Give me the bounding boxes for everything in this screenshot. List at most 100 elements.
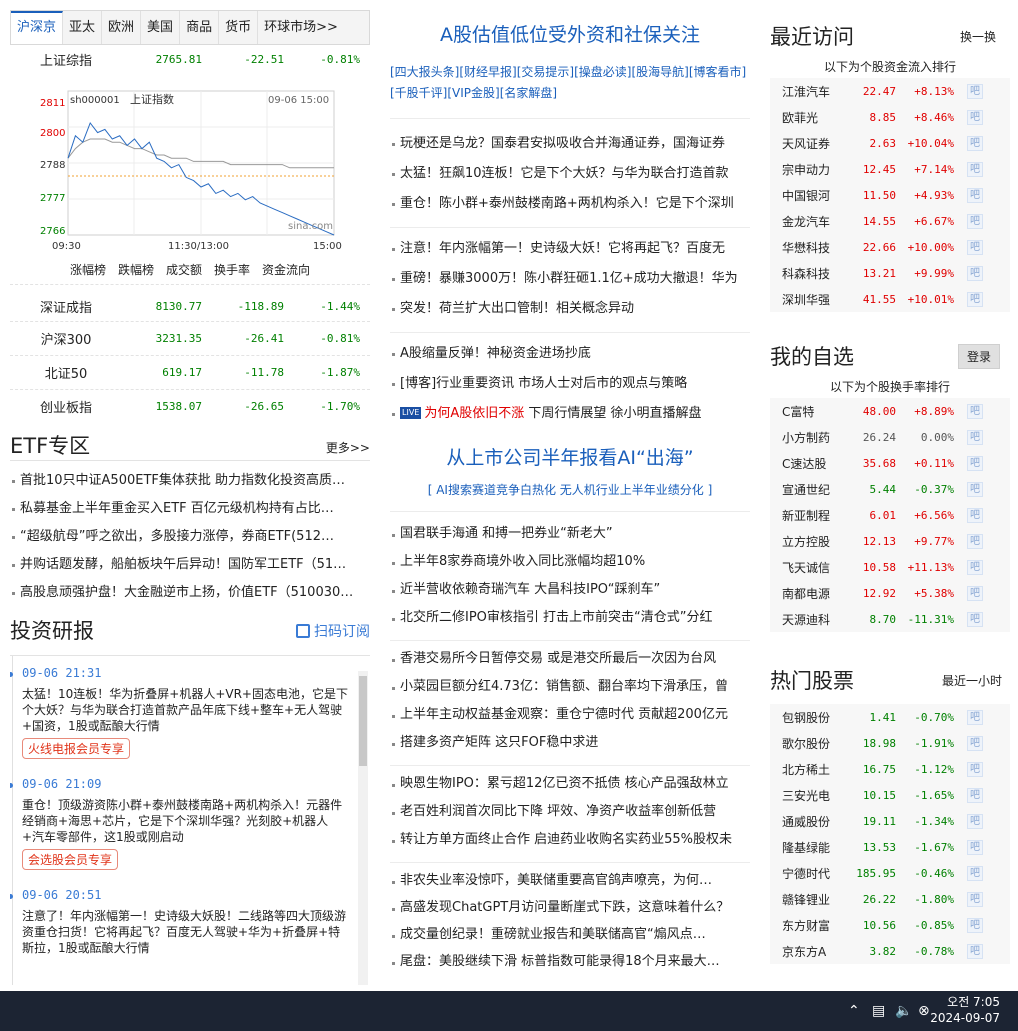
news-item[interactable]: 转让方单方面终止合作 启迪药业收购名实药业55%股权未 bbox=[390, 826, 750, 854]
stock-forum-button[interactable]: 吧 bbox=[967, 481, 983, 497]
link-morning-report[interactable]: [财经早报] bbox=[459, 65, 516, 79]
news-item[interactable]: 玩梗还是乌龙？国泰君安拟吸收合并海通证券，国海证券 bbox=[390, 129, 750, 159]
headline-2[interactable]: 从上市公司半年报看AI“出海” bbox=[390, 441, 750, 475]
stock-forum-button[interactable]: 吧 bbox=[967, 239, 983, 255]
stock-name[interactable]: 北方稀土 bbox=[770, 761, 840, 778]
stock-row[interactable]: 赣锋锂业 26.22 -1.80% 吧 bbox=[770, 886, 1010, 912]
news-item[interactable]: 上半年主动权益基金观察：重仓宁德时代 贡献超200亿元 bbox=[390, 701, 750, 729]
stock-forum-button[interactable]: 吧 bbox=[967, 917, 983, 933]
tab-global-markets[interactable]: 环球市场>> bbox=[258, 11, 344, 44]
stock-forum-button[interactable]: 吧 bbox=[967, 709, 983, 725]
stock-name[interactable]: 宣通世纪 bbox=[770, 481, 840, 498]
stock-forum-button[interactable]: 吧 bbox=[967, 403, 983, 419]
link-turnover-rate[interactable]: 换手率 bbox=[214, 255, 250, 284]
stock-name[interactable]: 欧菲光 bbox=[770, 109, 840, 126]
stock-forum-button[interactable]: 吧 bbox=[967, 943, 983, 959]
stock-name[interactable]: 南都电源 bbox=[770, 585, 840, 602]
news-item[interactable]: 重磅！暴赚3000万！陈小群狂砸1.1亿+成功大撤退！华为 bbox=[390, 264, 750, 294]
news-item[interactable]: 注意！年内涨幅第一！史诗级大妖！它将再起飞？百度无 bbox=[390, 234, 750, 264]
news-item[interactable]: 老百姓利润首次同比下降 坪效、净资产收益率创新低营 bbox=[390, 798, 750, 826]
stock-row[interactable]: 天风证券 2.63 +10.04% 吧 bbox=[770, 130, 1010, 156]
stock-row[interactable]: 科森科技 13.21 +9.99% 吧 bbox=[770, 260, 1010, 286]
stock-row[interactable]: 包钢股份 1.41 -0.70% 吧 bbox=[770, 704, 1010, 730]
link-navigation[interactable]: [股海导航] bbox=[632, 65, 689, 79]
stock-row[interactable]: 欧菲光 8.85 +8.46% 吧 bbox=[770, 104, 1010, 130]
stock-name[interactable]: 立方控股 bbox=[770, 533, 840, 550]
news-item[interactable]: 突发！荷兰扩大出口管制！相关概念异动 bbox=[390, 294, 750, 324]
stock-name[interactable]: 小方制药 bbox=[770, 429, 840, 446]
chevron-up-icon[interactable]: ⌃ bbox=[848, 1003, 860, 1019]
news-item[interactable]: 非农失业率没惊吓，美联储重要高官鸽声嘹亮，为何… bbox=[390, 867, 750, 894]
stock-row[interactable]: 隆基绿能 13.53 -1.67% 吧 bbox=[770, 834, 1010, 860]
stock-forum-button[interactable]: 吧 bbox=[967, 813, 983, 829]
last-hour-button[interactable]: 最近一小时 bbox=[942, 672, 1002, 689]
stock-row[interactable]: 宁德时代 185.95 -0.46% 吧 bbox=[770, 860, 1010, 886]
news-item[interactable]: 高盛发现ChatGPT月访问量断崖式下跌，这意味着什么？ bbox=[390, 894, 750, 921]
news-item[interactable]: 香港交易所今日暂停交易 或是港交所最后一次因为台风 bbox=[390, 645, 750, 673]
stock-name[interactable]: 华懋科技 bbox=[770, 239, 840, 256]
network-icon[interactable]: ▤ bbox=[872, 1003, 885, 1019]
research-text[interactable]: 重仓！顶级游资陈小群+泰州鼓楼南路+两机构杀入！元器件经销商+海思+芯片，它是下… bbox=[22, 797, 350, 845]
stock-name[interactable]: 包钢股份 bbox=[770, 709, 840, 726]
etf-more-link[interactable]: 更多>> bbox=[326, 439, 370, 460]
volume-icon[interactable]: 🔈 bbox=[895, 1003, 912, 1019]
stock-forum-button[interactable]: 吧 bbox=[967, 839, 983, 855]
stock-row[interactable]: 宗申动力 12.45 +7.14% 吧 bbox=[770, 156, 1010, 182]
stock-name[interactable]: 东方财富 bbox=[770, 917, 840, 934]
tab-usa[interactable]: 美国 bbox=[141, 11, 181, 44]
member-tag-button[interactable]: 会选股会员专享 bbox=[22, 849, 119, 870]
link-stock-review[interactable]: [千股千评] bbox=[390, 86, 447, 100]
intraday-chart[interactable]: sh000001 上证指数 09-06 15:00 2811 2800 2788… bbox=[10, 77, 370, 255]
stock-name[interactable]: 江淮汽车 bbox=[770, 83, 840, 100]
taskbar-clock[interactable]: 오전 7:05 2024-09-07 bbox=[930, 994, 1000, 1026]
stock-name[interactable]: 通威股份 bbox=[770, 813, 840, 830]
link-blog[interactable]: [博客看市] bbox=[689, 65, 746, 79]
stock-forum-button[interactable]: 吧 bbox=[967, 161, 983, 177]
stock-row[interactable]: 江淮汽车 22.47 +8.13% 吧 bbox=[770, 78, 1010, 104]
stock-row[interactable]: 通威股份 19.11 -1.34% 吧 bbox=[770, 808, 1010, 834]
news-item[interactable]: 北交所二修IPO审核指引 打击上市前突击“清仓式”分红 bbox=[390, 604, 750, 632]
stock-forum-button[interactable]: 吧 bbox=[967, 455, 983, 471]
live-rest[interactable]: 下周行情展望 徐小明直播解盘 bbox=[528, 406, 701, 421]
etf-item[interactable]: 私募基金上半年重金买入ETF 百亿元级机构持有占比… bbox=[10, 495, 370, 523]
headline-1[interactable]: A股估值低位受外资和社保关注 bbox=[390, 18, 750, 52]
news-item[interactable]: [博客]行业重要资讯 市场人士对后市的观点与策略 bbox=[390, 369, 750, 399]
research-text[interactable]: 太猛！10连板！华为折叠屏+机器人+VR+固态电池，它是下个大妖？与华为联合打造… bbox=[22, 686, 350, 734]
link-expert-analysis[interactable]: [名家解盘] bbox=[500, 86, 557, 100]
stock-forum-button[interactable]: 吧 bbox=[967, 109, 983, 125]
stock-forum-button[interactable]: 吧 bbox=[967, 735, 983, 751]
news-item[interactable]: 近半营收依赖奇瑞汽车 大昌科技IPO“踩刹车” bbox=[390, 576, 750, 604]
stock-name[interactable]: 金龙汽车 bbox=[770, 213, 840, 230]
refresh-button[interactable]: 换一换 bbox=[960, 28, 996, 45]
link-vip-stocks[interactable]: [VIP金股] bbox=[447, 86, 499, 100]
stock-row[interactable]: 南都电源 12.92 +5.38% 吧 bbox=[770, 580, 1010, 606]
stock-name[interactable]: 宗申动力 bbox=[770, 161, 840, 178]
stock-forum-button[interactable]: 吧 bbox=[967, 761, 983, 777]
etf-item[interactable]: 并购话题发酵，船舶板块午后异动！国防军工ETF（51… bbox=[10, 551, 370, 579]
news-item[interactable]: 搭建多资产矩阵 这只FOF稳中求进 bbox=[390, 729, 750, 757]
stock-forum-button[interactable]: 吧 bbox=[967, 559, 983, 575]
stock-forum-button[interactable]: 吧 bbox=[967, 865, 983, 881]
research-text[interactable]: 注意了！年内涨幅第一！史诗级大妖股！二线路等四大顶级游资重仓扫货！它将再起飞？百… bbox=[22, 908, 350, 956]
stock-row[interactable]: 歌尔股份 18.98 -1.91% 吧 bbox=[770, 730, 1010, 756]
index-row[interactable]: 深证成指 8130.77 -118.89 -1.44% bbox=[10, 291, 370, 321]
stock-row[interactable]: 东方财富 10.56 -0.85% 吧 bbox=[770, 912, 1010, 938]
stock-name[interactable]: 京东方A bbox=[770, 943, 840, 960]
stock-forum-button[interactable]: 吧 bbox=[967, 787, 983, 803]
index-row[interactable]: 沪深300 3231.35 -26.41 -0.81% bbox=[10, 322, 370, 355]
stock-name[interactable]: 三安光电 bbox=[770, 787, 840, 804]
headline-2-sublinks[interactable]: [ AI搜索赛道竞争白热化 无人机行业上半年业绩分化 ] bbox=[390, 479, 750, 501]
stock-row[interactable]: C速达股 35.68 +0.11% 吧 bbox=[770, 450, 1010, 476]
research-item[interactable]: 09-06 20:51 注意了！年内涨幅第一！史诗级大妖股！二线路等四大顶级游资… bbox=[10, 870, 370, 956]
stock-row[interactable]: 三安光电 10.15 -1.65% 吧 bbox=[770, 782, 1010, 808]
stock-name[interactable]: 天风证券 bbox=[770, 135, 840, 152]
link-headlines[interactable]: [四大报头条] bbox=[390, 65, 459, 79]
stock-name[interactable]: 飞天诚信 bbox=[770, 559, 840, 576]
stock-forum-button[interactable]: 吧 bbox=[967, 83, 983, 99]
stock-row[interactable]: 立方控股 12.13 +9.77% 吧 bbox=[770, 528, 1010, 554]
stock-name[interactable]: 天源迪科 bbox=[770, 611, 840, 628]
etf-item[interactable]: 首批10只中证A500ETF集体获批 助力指数化投资高质… bbox=[10, 467, 370, 495]
stock-name[interactable]: 科森科技 bbox=[770, 265, 840, 282]
etf-item[interactable]: 高股息顽强护盘！大金融逆市上扬，价值ETF（510030… bbox=[10, 579, 370, 607]
research-scrollbar[interactable] bbox=[358, 671, 368, 985]
